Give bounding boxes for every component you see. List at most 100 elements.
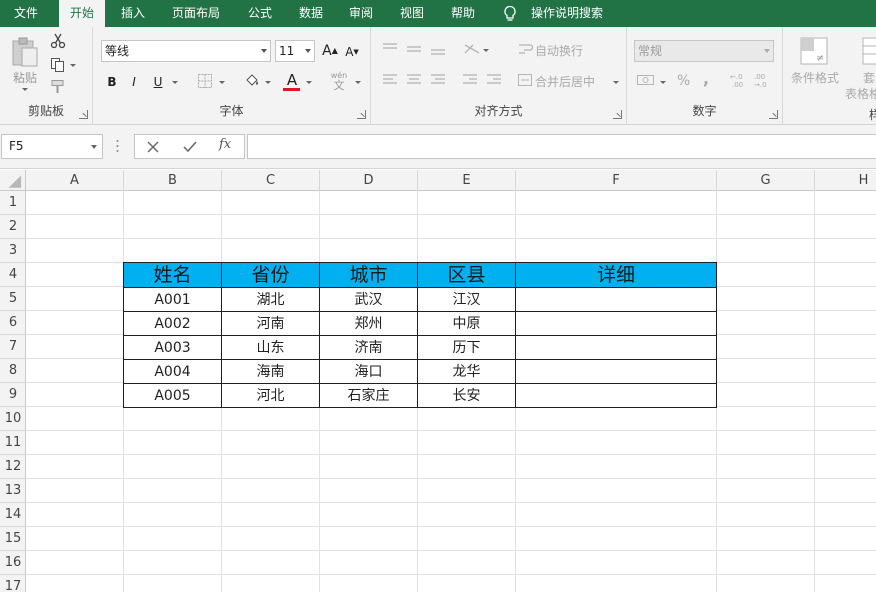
table-cell[interactable]: 武汉 <box>319 287 418 312</box>
merge-center-dropdown[interactable] <box>613 81 619 84</box>
number-format-combo[interactable]: 常规 <box>634 40 774 62</box>
select-all-corner[interactable] <box>0 170 26 191</box>
table-cell[interactable]: 海口 <box>319 359 418 384</box>
row-header[interactable]: 1 <box>0 191 26 215</box>
underline-dropdown[interactable] <box>172 81 178 84</box>
percent-button[interactable]: % <box>677 73 690 89</box>
table-cell[interactable]: 河南 <box>221 311 320 336</box>
row-header[interactable]: 16 <box>0 551 26 575</box>
row-header[interactable]: 17 <box>0 575 26 592</box>
merge-center-icon[interactable] <box>517 72 533 88</box>
tab-data[interactable]: 数据 <box>289 0 333 27</box>
insert-function-button[interactable]: fx <box>219 137 231 152</box>
italic-button[interactable]: I <box>125 73 143 91</box>
header-cell-detail[interactable]: 详细 <box>515 262 717 288</box>
table-cell[interactable]: 江汉 <box>417 287 516 312</box>
cut-icon[interactable] <box>50 33 66 49</box>
table-format-icon[interactable] <box>861 36 876 66</box>
wrap-text-button[interactable]: 自动换行 <box>535 42 583 59</box>
table-cell[interactable]: 石家庄 <box>319 383 418 408</box>
column-header-a[interactable]: A <box>26 170 124 191</box>
table-format-top[interactable]: 套 <box>863 69 875 86</box>
table-cell[interactable]: 湖北 <box>221 287 320 312</box>
copy-icon[interactable] <box>50 57 66 73</box>
table-cell[interactable]: 长安 <box>417 383 516 408</box>
table-cell-detail[interactable] <box>515 311 717 336</box>
row-header[interactable]: 4 <box>0 263 26 287</box>
decrease-font-size-button[interactable]: A▼ <box>343 43 361 61</box>
table-cell-detail[interactable] <box>515 383 717 408</box>
tab-insert[interactable]: 插入 <box>111 0 155 27</box>
row-header[interactable]: 10 <box>0 407 26 431</box>
row-header[interactable]: 9 <box>0 383 26 407</box>
paste-icon[interactable] <box>10 36 40 68</box>
enter-icon[interactable] <box>183 141 197 153</box>
header-cell-city[interactable]: 城市 <box>319 262 418 288</box>
bold-button[interactable]: B <box>103 73 121 91</box>
table-cell[interactable]: 海南 <box>221 359 320 384</box>
table-cell[interactable]: 山东 <box>221 335 320 360</box>
paste-dropdown[interactable] <box>22 88 28 91</box>
column-header-e[interactable]: E <box>418 170 516 191</box>
column-header-f[interactable]: F <box>516 170 717 191</box>
fill-color-icon[interactable] <box>243 72 261 90</box>
row-header[interactable]: 6 <box>0 311 26 335</box>
column-header-h[interactable]: H <box>815 170 876 191</box>
font-size-combo[interactable]: 11 <box>275 40 315 62</box>
column-header-g[interactable]: G <box>717 170 815 191</box>
row-header[interactable]: 5 <box>0 287 26 311</box>
copy-dropdown[interactable] <box>70 64 76 67</box>
format-painter-icon[interactable] <box>50 79 66 95</box>
font-launcher[interactable] <box>357 110 366 119</box>
row-header[interactable]: 11 <box>0 431 26 455</box>
decrease-decimal-icon[interactable]: .00 →.0 <box>753 71 771 89</box>
table-format-bottom[interactable]: 表格格 <box>845 85 876 102</box>
clipboard-launcher[interactable] <box>79 110 88 119</box>
table-cell-detail[interactable] <box>515 335 717 360</box>
row-header[interactable]: 15 <box>0 527 26 551</box>
font-color-button[interactable]: A <box>283 71 301 89</box>
font-color-dropdown[interactable] <box>306 81 312 84</box>
more-options-icon[interactable] <box>116 139 119 153</box>
row-header[interactable]: 12 <box>0 455 26 479</box>
tab-page-layout[interactable]: 页面布局 <box>163 0 229 27</box>
tell-me-search[interactable]: 操作说明搜索 <box>524 0 610 27</box>
table-cell[interactable]: A003 <box>123 335 222 360</box>
horizontal-alignment-icons[interactable] <box>381 72 509 88</box>
conditional-format-button[interactable]: 条件格式 <box>791 69 839 86</box>
table-cell[interactable]: A002 <box>123 311 222 336</box>
fill-color-dropdown[interactable] <box>265 81 271 84</box>
row-header[interactable]: 7 <box>0 335 26 359</box>
font-name-combo[interactable]: 等线 <box>101 40 271 62</box>
table-cell-detail[interactable] <box>515 359 717 384</box>
increase-decimal-icon[interactable]: ←.0 .00 <box>729 71 747 89</box>
phonetic-button[interactable]: wén 文 <box>327 71 351 91</box>
table-cell[interactable]: 河北 <box>221 383 320 408</box>
underline-button[interactable]: U <box>149 73 167 91</box>
currency-icon[interactable] <box>636 72 658 88</box>
number-launcher[interactable] <box>769 110 778 119</box>
row-header[interactable]: 8 <box>0 359 26 383</box>
table-cell-detail[interactable] <box>515 287 717 312</box>
tab-review[interactable]: 审阅 <box>339 0 383 27</box>
phonetic-dropdown[interactable] <box>355 81 361 84</box>
tab-view[interactable]: 视图 <box>390 0 434 27</box>
currency-dropdown[interactable] <box>660 81 666 84</box>
name-box[interactable]: F5 <box>1 134 103 159</box>
comma-button[interactable]: , <box>703 69 709 88</box>
merge-center-button[interactable]: 合并后居中 <box>535 73 595 90</box>
tab-formulas[interactable]: 公式 <box>238 0 282 27</box>
increase-font-size-button[interactable]: A▲ <box>321 42 339 60</box>
alignment-launcher[interactable] <box>613 110 622 119</box>
column-header-d[interactable]: D <box>320 170 418 191</box>
conditional-format-icon[interactable]: ≠ <box>799 36 829 66</box>
tab-help[interactable]: 帮助 <box>441 0 485 27</box>
cancel-icon[interactable] <box>147 141 159 153</box>
border-icon[interactable] <box>197 73 213 89</box>
table-cell[interactable]: 济南 <box>319 335 418 360</box>
table-cell[interactable]: A005 <box>123 383 222 408</box>
row-header[interactable]: 13 <box>0 479 26 503</box>
column-header-b[interactable]: B <box>124 170 222 191</box>
column-header-c[interactable]: C <box>222 170 320 191</box>
row-header[interactable]: 14 <box>0 503 26 527</box>
